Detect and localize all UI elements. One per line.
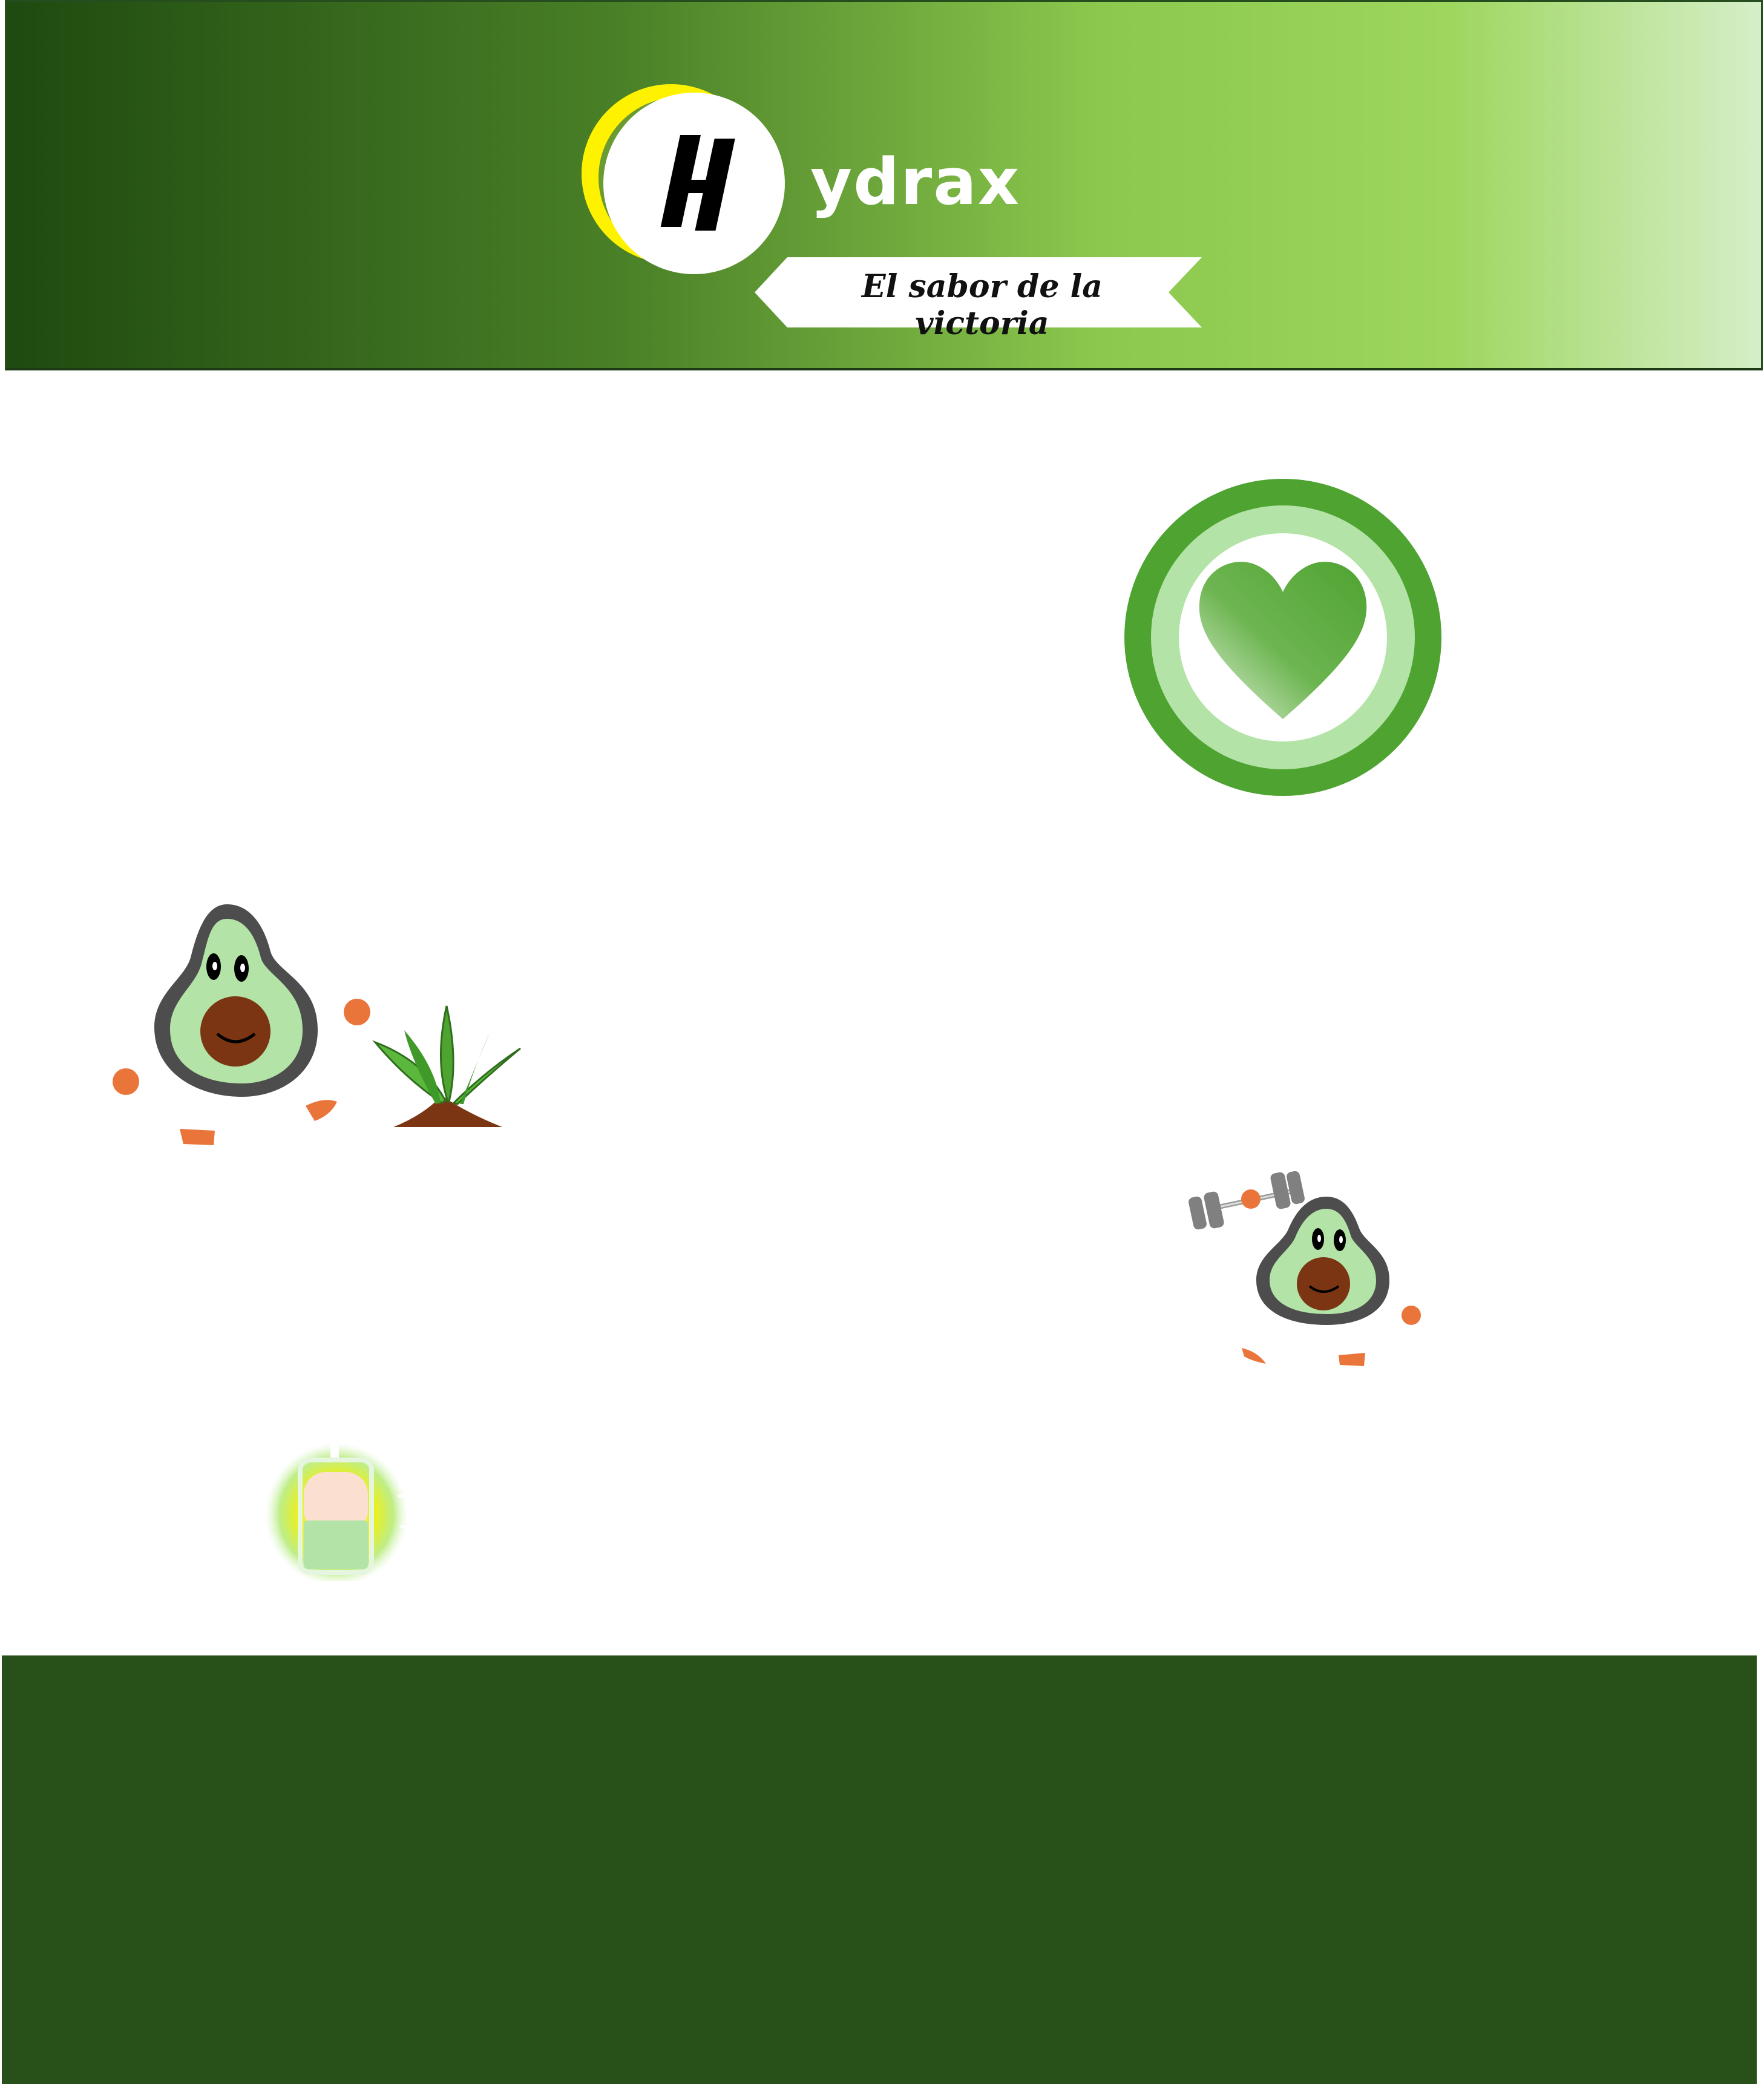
sprout-icon[interactable] bbox=[369, 994, 526, 1139]
tagline: El sabor de la victoria bbox=[862, 268, 1103, 342]
heart-badge-icon[interactable] bbox=[1123, 477, 1443, 798]
weightlifting-avocado-icon[interactable] bbox=[1186, 1160, 1428, 1366]
running-avocado-icon[interactable] bbox=[106, 891, 384, 1157]
brand-name: ydrax bbox=[810, 145, 1021, 219]
main-content bbox=[0, 370, 1764, 1655]
footer bbox=[2, 1655, 1757, 2084]
smoothie-bottle-icon[interactable] bbox=[260, 1424, 418, 1581]
header-banner: ydrax El sabor de la victoria H bbox=[5, 0, 1763, 370]
